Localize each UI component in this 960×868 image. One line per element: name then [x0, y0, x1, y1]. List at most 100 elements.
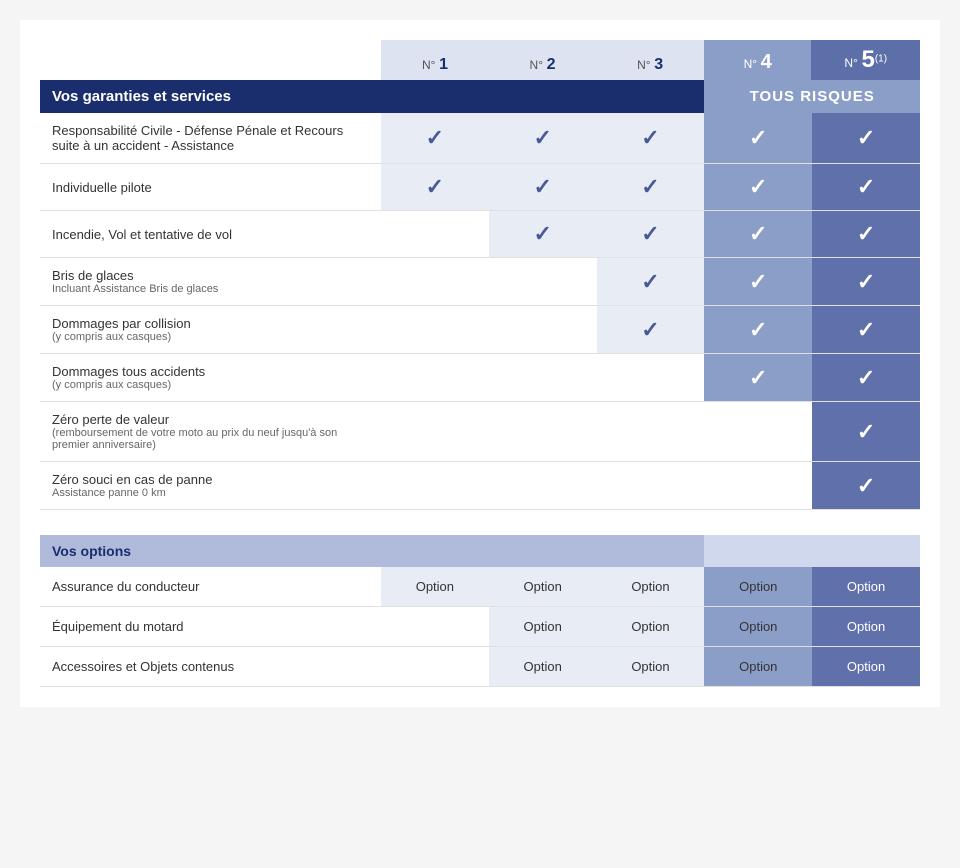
guarantees-header-left: Vos garanties et services	[40, 80, 704, 113]
row7-check4	[704, 462, 812, 510]
row0-label: Responsabilité Civile - Défense Pénale e…	[40, 113, 381, 164]
spacer-row	[40, 510, 920, 535]
guarantees-header-right: TOUS RISQUES	[704, 80, 920, 113]
col4-number: 4	[761, 51, 772, 73]
opt-row0-opt5: Option	[812, 567, 920, 607]
opt-row2-opt1	[381, 646, 489, 686]
options-header-right	[704, 535, 920, 567]
options-header-row: Vos options	[40, 535, 920, 567]
row7-check5: ✓	[812, 462, 920, 510]
header-col-4: N° 4	[704, 40, 812, 80]
col1-prefix: N°	[422, 58, 435, 72]
opt-row2-opt3: Option	[597, 646, 705, 686]
row3-check4: ✓	[704, 258, 812, 306]
row5-check5: ✓	[812, 354, 920, 402]
header-table: N° 1 N° 2 N° 3 N° 4 N° 5(1)	[40, 40, 920, 80]
row2-check2: ✓	[489, 211, 597, 258]
row4-check4: ✓	[704, 306, 812, 354]
header-col-1: N° 1	[381, 40, 489, 80]
row5-label: Dommages tous accidents (y compris aux c…	[40, 354, 381, 402]
opt-row2-opt2: Option	[489, 646, 597, 686]
opt-row1-opt5: Option	[812, 606, 920, 646]
row7-check3	[597, 462, 705, 510]
row2-label: Incendie, Vol et tentative de vol	[40, 211, 381, 258]
row1-check1: ✓	[381, 164, 489, 211]
guarantees-header-row: Vos garanties et services TOUS RISQUES	[40, 80, 920, 113]
row4-check2	[489, 306, 597, 354]
opt-row0-opt3: Option	[597, 567, 705, 607]
row3-check3: ✓	[597, 258, 705, 306]
row1-check4: ✓	[704, 164, 812, 211]
row2-check5: ✓	[812, 211, 920, 258]
row2-check3: ✓	[597, 211, 705, 258]
row7-check2	[489, 462, 597, 510]
col3-prefix: N°	[637, 58, 650, 72]
row5-check3	[597, 354, 705, 402]
col2-number: 2	[547, 56, 556, 73]
header-col-5: N° 5(1)	[811, 40, 920, 80]
row2-check4: ✓	[704, 211, 812, 258]
opt-row1-opt2: Option	[489, 606, 597, 646]
row5-check2	[489, 354, 597, 402]
table-row: Bris de glaces Incluant Assistance Bris …	[40, 258, 920, 306]
row6-check5: ✓	[812, 402, 920, 462]
col5-prefix: N°	[844, 56, 857, 70]
opt-row0-opt1: Option	[381, 567, 489, 607]
list-item: Équipement du motard Option Option Optio…	[40, 606, 920, 646]
row3-check1	[381, 258, 489, 306]
opt-row1-opt3: Option	[597, 606, 705, 646]
row1-check5: ✓	[812, 164, 920, 211]
header-col-2: N° 2	[489, 40, 597, 80]
table-row: Incendie, Vol et tentative de vol ✓ ✓ ✓ …	[40, 211, 920, 258]
row4-check5: ✓	[812, 306, 920, 354]
row0-check2: ✓	[489, 113, 597, 164]
opt-row2-opt4: Option	[704, 646, 812, 686]
row6-check4	[704, 402, 812, 462]
row7-label: Zéro souci en cas de panne Assistance pa…	[40, 462, 381, 510]
opt-row0-opt4: Option	[704, 567, 812, 607]
row0-check3: ✓	[597, 113, 705, 164]
opt-row2-opt5: Option	[812, 646, 920, 686]
row1-check3: ✓	[597, 164, 705, 211]
row2-check1	[381, 211, 489, 258]
row1-check2: ✓	[489, 164, 597, 211]
row3-label: Bris de glaces Incluant Assistance Bris …	[40, 258, 381, 306]
row6-label: Zéro perte de valeur (remboursement de v…	[40, 402, 381, 462]
row7-check1	[381, 462, 489, 510]
guarantees-table: Vos garanties et services TOUS RISQUES R…	[40, 80, 920, 687]
row0-check1: ✓	[381, 113, 489, 164]
list-item: Accessoires et Objets contenus Option Op…	[40, 646, 920, 686]
table-row: Individuelle pilote ✓ ✓ ✓ ✓ ✓	[40, 164, 920, 211]
row1-label: Individuelle pilote	[40, 164, 381, 211]
col5-superscript: (1)	[875, 54, 887, 65]
row4-label: Dommages par collision (y compris aux ca…	[40, 306, 381, 354]
table-row: Zéro perte de valeur (remboursement de v…	[40, 402, 920, 462]
page-container: N° 1 N° 2 N° 3 N° 4 N° 5(1) Vos ga	[20, 20, 940, 707]
opt-row1-opt4: Option	[704, 606, 812, 646]
row5-check1	[381, 354, 489, 402]
opt-row1-label: Équipement du motard	[40, 606, 381, 646]
opt-row1-opt1	[381, 606, 489, 646]
row6-check3	[597, 402, 705, 462]
table-row: Responsabilité Civile - Défense Pénale e…	[40, 113, 920, 164]
table-row: Dommages tous accidents (y compris aux c…	[40, 354, 920, 402]
header-col-3: N° 3	[596, 40, 704, 80]
header-label-empty	[40, 40, 381, 80]
col1-number: 1	[439, 56, 448, 73]
col5-number: 5	[861, 46, 874, 73]
list-item: Assurance du conducteur Option Option Op…	[40, 567, 920, 607]
col4-prefix: N°	[744, 57, 757, 71]
opt-row0-opt2: Option	[489, 567, 597, 607]
row3-check2	[489, 258, 597, 306]
row4-check1	[381, 306, 489, 354]
row6-check1	[381, 402, 489, 462]
row6-check2	[489, 402, 597, 462]
options-header-left: Vos options	[40, 535, 704, 567]
row5-check4: ✓	[704, 354, 812, 402]
opt-row0-label: Assurance du conducteur	[40, 567, 381, 607]
col3-number: 3	[654, 56, 663, 73]
col2-prefix: N°	[530, 58, 543, 72]
table-row: Zéro souci en cas de panne Assistance pa…	[40, 462, 920, 510]
table-row: Dommages par collision (y compris aux ca…	[40, 306, 920, 354]
row4-check3: ✓	[597, 306, 705, 354]
